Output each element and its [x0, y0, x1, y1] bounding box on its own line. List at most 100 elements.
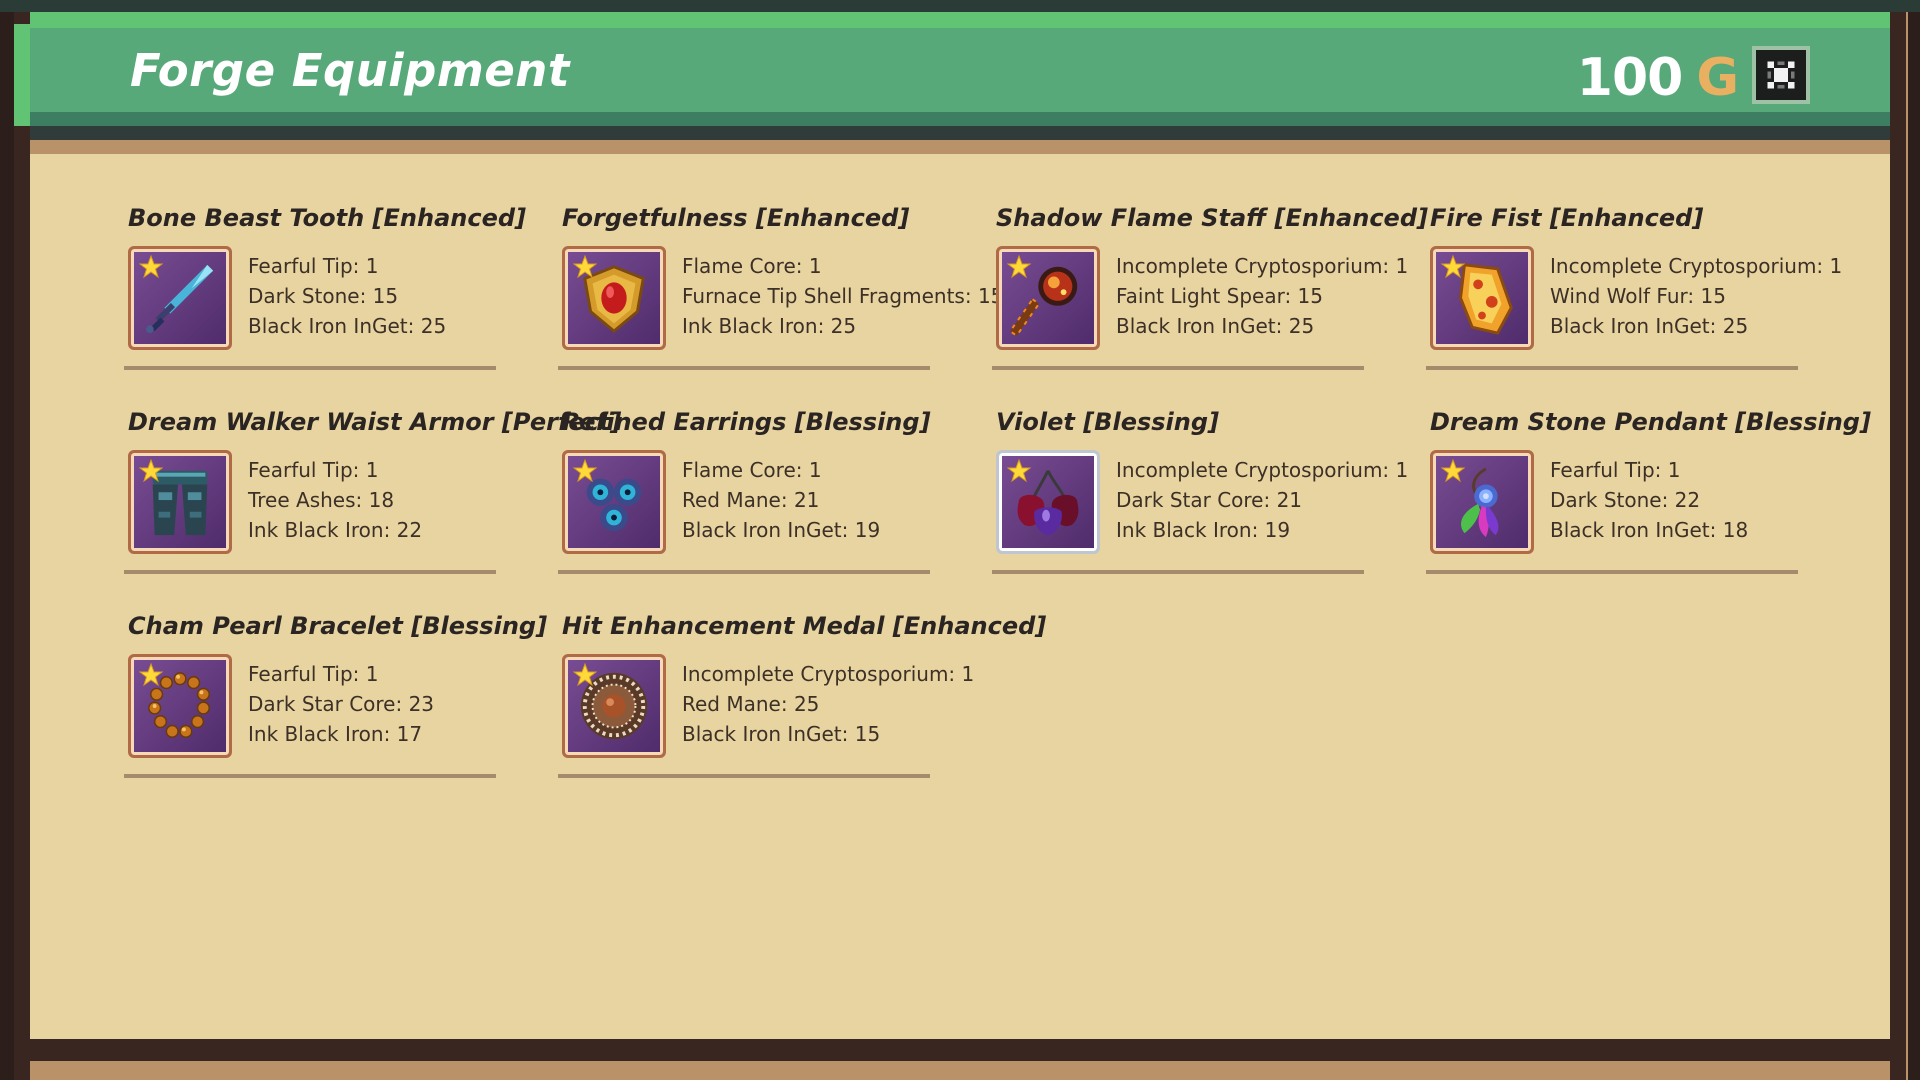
- material-line: Black Iron InGet: 18: [1550, 518, 1749, 542]
- item-name: Forgetfulness [Enhanced]: [562, 204, 910, 232]
- forge-item[interactable]: Shadow Flame Staff [Enhanced] Incomplete…: [992, 204, 1428, 394]
- material-list: Incomplete Cryptosporium: 1 Wind Wolf Fu…: [1550, 251, 1842, 341]
- material-list: Flame Core: 1 Furnace Tip Shell Fragment…: [682, 251, 1003, 341]
- material-line: Wind Wolf Fur: 15: [1550, 284, 1726, 308]
- material-line: Red Mane: 21: [682, 488, 820, 512]
- header-highlight: [30, 12, 1890, 28]
- item-divider: [124, 774, 496, 778]
- star-icon: [139, 255, 163, 279]
- header-shadow: [30, 112, 1890, 126]
- item-name: Shadow Flame Staff [Enhanced]: [996, 204, 1428, 232]
- material-line: Fearful Tip: 1: [248, 254, 379, 278]
- material-line: Dark Star Core: 23: [248, 692, 435, 716]
- item-icon-frame: [128, 654, 232, 758]
- item-name: Hit Enhancement Medal [Enhanced]: [562, 612, 1047, 640]
- item-icon-frame: [562, 450, 666, 554]
- item-name: Cham Pearl Bracelet [Blessing]: [128, 612, 548, 640]
- item-icon-frame: [1430, 246, 1534, 350]
- item-icon-frame: [1430, 450, 1534, 554]
- material-list: Fearful Tip: 1 Dark Star Core: 23 Ink Bl…: [248, 659, 434, 749]
- close-button[interactable]: [1752, 46, 1810, 104]
- item-icon-frame: [562, 654, 666, 758]
- material-list: Incomplete Cryptosporium: 1 Faint Light …: [1116, 251, 1408, 341]
- material-line: Faint Light Spear: 15: [1116, 284, 1323, 308]
- frame-bottom: [30, 1061, 1890, 1080]
- frame-left-edge: [14, 0, 30, 1080]
- item-icon-frame: [128, 246, 232, 350]
- material-line: Ink Black Iron: 25: [682, 314, 857, 338]
- forge-item[interactable]: Bone Beast Tooth [Enhanced] Fearful Tip:…: [124, 204, 528, 394]
- item-icon-frame: [996, 450, 1100, 554]
- material-line: Incomplete Cryptosporium: 1: [1116, 254, 1409, 278]
- material-line: Ink Black Iron: 17: [248, 722, 423, 746]
- material-line: Fearful Tip: 1: [248, 662, 379, 686]
- material-line: Dark Star Core: 21: [1116, 488, 1303, 512]
- star-icon: [1441, 255, 1465, 279]
- item-name: Refined Earrings [Blessing]: [562, 408, 931, 436]
- gold-amount: 100: [1576, 48, 1684, 108]
- gold-counter: 100 G: [1576, 48, 1739, 108]
- material-line: Black Iron InGet: 25: [1550, 314, 1749, 338]
- forge-item[interactable]: Cham Pearl Bracelet [Blessing] Fearful T…: [124, 612, 547, 802]
- material-line: Incomplete Cryptosporium: 1: [682, 662, 975, 686]
- close-icon: [1764, 58, 1798, 92]
- material-line: Black Iron InGet: 15: [682, 722, 881, 746]
- header-top-border: [0, 0, 1920, 12]
- material-line: Incomplete Cryptosporium: 1: [1550, 254, 1843, 278]
- forge-item[interactable]: Dream Stone Pendant [Blessing] Fearful T…: [1426, 408, 1871, 598]
- material-line: Tree Ashes: 18: [248, 488, 395, 512]
- star-icon: [139, 663, 163, 687]
- material-line: Black Iron InGet: 25: [1116, 314, 1315, 338]
- forge-item[interactable]: Dream Walker Waist Armor [Perfect] Fearf…: [124, 408, 621, 598]
- material-list: Fearful Tip: 1 Dark Stone: 22 Black Iron…: [1550, 455, 1748, 545]
- item-divider: [1426, 366, 1798, 370]
- material-list: Incomplete Cryptosporium: 1 Red Mane: 25…: [682, 659, 974, 749]
- star-icon: [1441, 459, 1465, 483]
- forge-item[interactable]: Fire Fist [Enhanced] Incomplete Cryptosp…: [1426, 204, 1842, 394]
- header-bar: Forge Equipment 100 G: [14, 12, 1890, 126]
- star-icon: [139, 459, 163, 483]
- material-line: Furnace Tip Shell Fragments: 15: [682, 284, 1004, 308]
- star-icon: [573, 255, 597, 279]
- material-line: Ink Black Iron: 22: [248, 518, 423, 542]
- item-name: Dream Walker Waist Armor [Perfect]: [128, 408, 622, 436]
- star-icon: [573, 663, 597, 687]
- material-line: Fearful Tip: 1: [1550, 458, 1681, 482]
- star-icon: [573, 459, 597, 483]
- item-icon-frame: [128, 450, 232, 554]
- material-line: Flame Core: 1: [682, 254, 822, 278]
- header-under-shadow: [30, 126, 1890, 140]
- forge-item[interactable]: Hit Enhancement Medal [Enhanced] Incompl…: [558, 612, 1046, 802]
- page-title: Forge Equipment: [130, 44, 570, 97]
- panel-bottom-border: [30, 1039, 1890, 1061]
- item-icon-frame: [562, 246, 666, 350]
- item-divider: [558, 774, 930, 778]
- material-line: Flame Core: 1: [682, 458, 822, 482]
- item-divider: [992, 366, 1364, 370]
- material-line: Dark Stone: 15: [248, 284, 399, 308]
- item-name: Bone Beast Tooth [Enhanced]: [128, 204, 527, 232]
- material-line: Incomplete Cryptosporium: 1: [1116, 458, 1409, 482]
- item-divider: [992, 570, 1364, 574]
- item-divider: [558, 570, 930, 574]
- item-name: Dream Stone Pendant [Blessing]: [1430, 408, 1871, 436]
- item-divider: [558, 366, 930, 370]
- item-divider: [1426, 570, 1798, 574]
- header-accent: [14, 24, 30, 126]
- frame-right-edge: [1890, 0, 1906, 1080]
- forge-item[interactable]: Forgetfulness [Enhanced] Flame Core: 1 F…: [558, 204, 1003, 394]
- star-icon: [1007, 255, 1031, 279]
- material-line: Dark Stone: 22: [1550, 488, 1701, 512]
- material-line: Black Iron InGet: 25: [248, 314, 447, 338]
- forge-item[interactable]: Violet [Blessing] Incomplete Cryptospori…: [992, 408, 1408, 598]
- material-list: Fearful Tip: 1 Dark Stone: 15 Black Iron…: [248, 251, 446, 341]
- gold-unit: G: [1696, 48, 1739, 108]
- item-name: Fire Fist [Enhanced]: [1430, 204, 1704, 232]
- material-list: Incomplete Cryptosporium: 1 Dark Star Co…: [1116, 455, 1408, 545]
- forge-item[interactable]: Refined Earrings [Blessing] Flame Core: …: [558, 408, 962, 598]
- material-line: Red Mane: 25: [682, 692, 820, 716]
- material-list: Flame Core: 1 Red Mane: 21 Black Iron In…: [682, 455, 880, 545]
- item-divider: [124, 570, 496, 574]
- item-icon-frame: [996, 246, 1100, 350]
- material-line: Fearful Tip: 1: [248, 458, 379, 482]
